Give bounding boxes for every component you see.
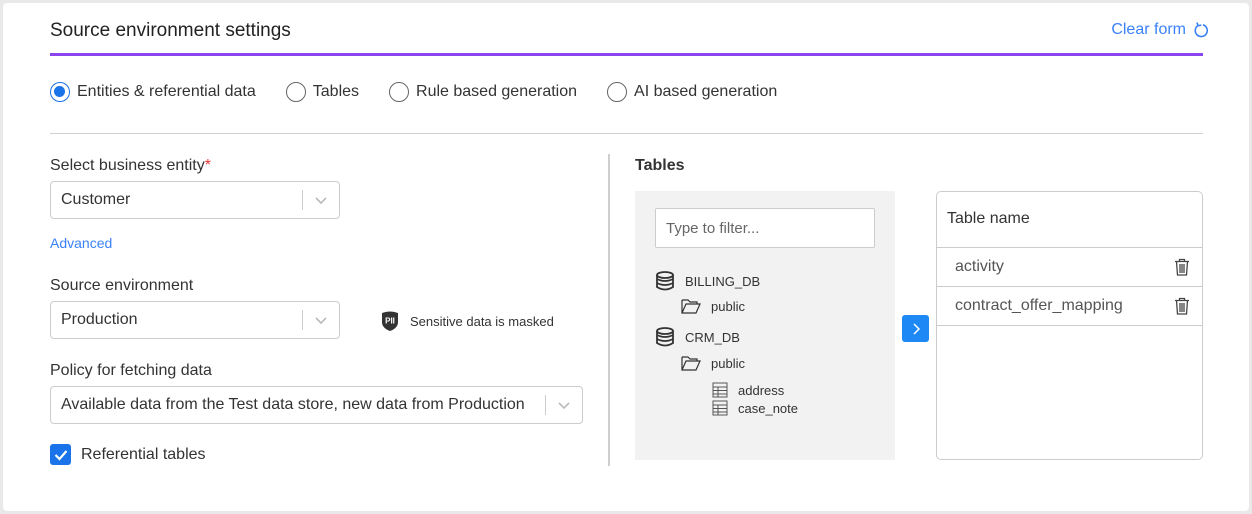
trash-icon[interactable] [1174,258,1190,276]
divider [50,133,1203,134]
radio-label: Tables [312,83,360,100]
add-table-button[interactable] [902,315,929,342]
filter-input[interactable] [655,208,875,248]
selected-tables-list: Table name activity contract_offer_mappi… [936,191,1203,460]
table-icon [712,382,728,398]
database-icon [656,327,674,347]
folder-open-icon [681,356,701,371]
radio-circle [607,82,628,102]
business-entity-select[interactable]: Customer [50,181,340,219]
radio-ai-based[interactable]: AI based generation [607,82,777,102]
policy-select[interactable]: Available data from the Test data store,… [50,386,583,424]
chevron-down-icon [303,195,339,205]
tree-node-table[interactable]: case_note [712,400,798,416]
pii-text: Sensitive data is masked [410,313,554,329]
title-underline [50,53,1203,56]
column-header-table-name: Table name [937,192,1202,248]
page-title: Source environment settings [50,20,291,41]
advanced-link[interactable]: Advanced [50,235,112,251]
chevron-down-icon [546,400,582,410]
source-environment-label: Source environment [50,277,194,294]
clear-form-label: Clear form [1111,21,1186,38]
tree-node-schema[interactable]: public [681,355,745,371]
tree-node-table[interactable]: address [712,382,784,398]
tree-node-schema[interactable]: public [681,298,745,314]
radio-rule-based[interactable]: Rule based generation [389,82,577,102]
chevron-right-icon [912,322,920,335]
table-tree-panel: BILLING_DB public CRM_DB public address … [635,191,895,460]
radio-label: Rule based generation [416,83,578,100]
source-environment-select[interactable]: Production [50,301,340,339]
generation-mode-group: Entities & referential data Tables Rule … [50,82,777,102]
trash-icon[interactable] [1174,297,1190,315]
database-icon [656,271,674,291]
table-row: contract_offer_mapping [937,287,1202,326]
table-icon [712,400,728,416]
table-name: activity [955,258,1004,275]
radio-circle [50,82,70,102]
business-entity-label: Select business entity* [50,157,211,174]
policy-label: Policy for fetching data [50,362,212,379]
chevron-down-icon [303,315,339,325]
tables-heading: Tables [635,157,685,174]
radio-label: AI based generation [634,83,778,100]
select-value: Production [61,311,138,328]
table-name: contract_offer_mapping [955,297,1123,314]
table-row: activity [937,248,1202,287]
vertical-divider [608,154,610,466]
radio-circle [389,82,410,102]
radio-entities[interactable]: Entities & referential data [50,82,256,102]
pii-masked-indicator: PII Sensitive data is masked [380,310,554,332]
folder-open-icon [681,299,701,314]
radio-circle [285,82,306,102]
checkbox-label: Referential tables [81,445,206,463]
pii-shield-icon: PII [382,311,398,331]
radio-label: Entities & referential data [77,83,256,100]
tree-node-db[interactable]: BILLING_DB [655,271,760,291]
tree-node-db[interactable]: CRM_DB [655,327,740,347]
select-value: Customer [61,191,131,208]
svg-text:PII: PII [385,317,395,326]
reset-icon [1194,22,1209,38]
select-value: Available data from the Test data store,… [61,396,525,413]
clear-form-button[interactable]: Clear form [1111,21,1210,39]
referential-tables-checkbox[interactable]: Referential tables [50,444,206,465]
check-icon [50,444,71,465]
radio-tables[interactable]: Tables [285,82,360,102]
